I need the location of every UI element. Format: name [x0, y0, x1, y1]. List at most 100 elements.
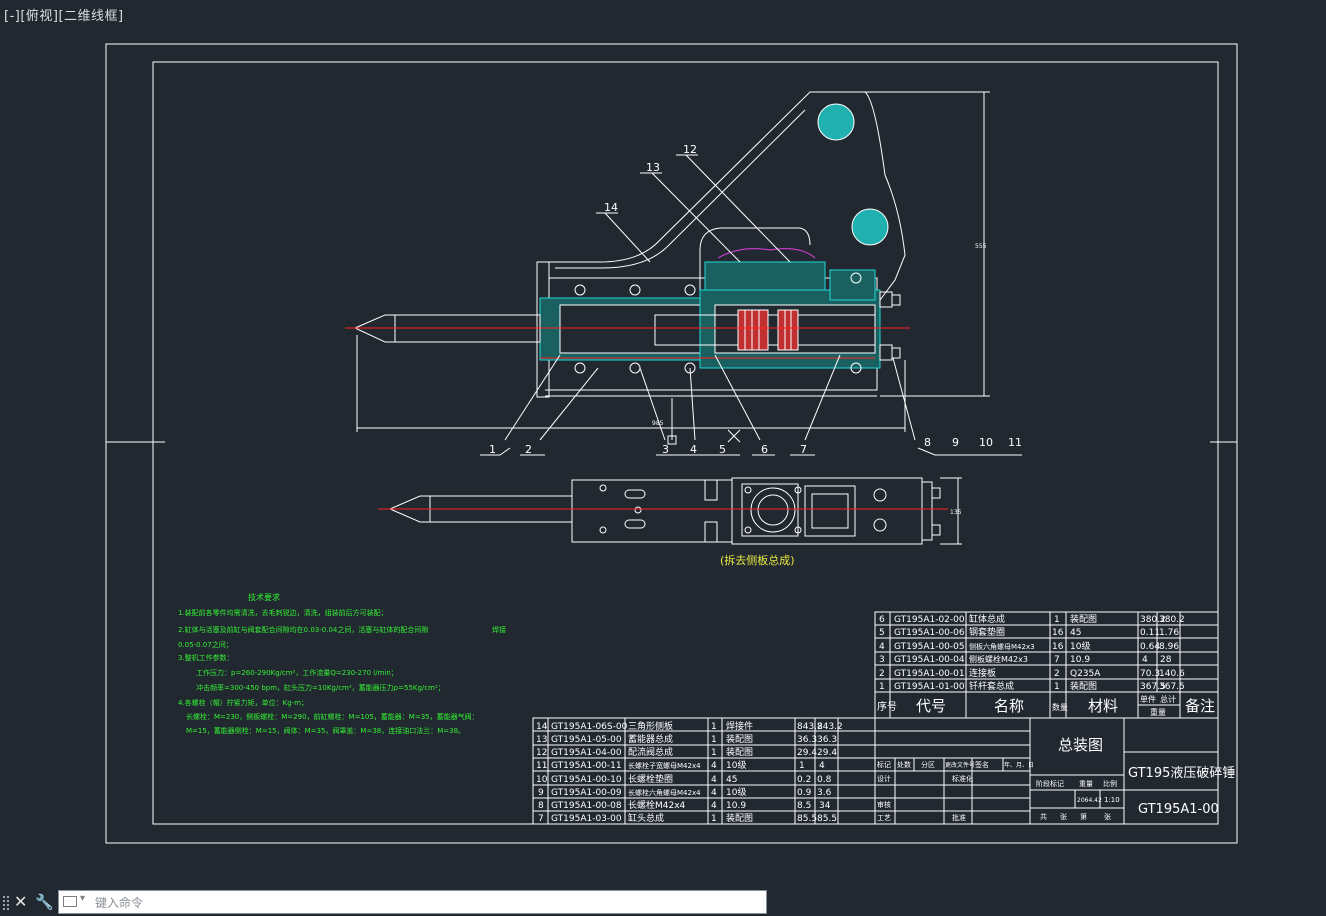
part-no: 12 — [536, 748, 547, 758]
part-qty: 1 — [711, 735, 717, 745]
part-code: GT195A1-00-01 — [894, 669, 965, 679]
part-name: 长螺栓六角螺母M42x4 — [628, 788, 701, 797]
part-total: 29.4 — [817, 748, 837, 758]
part-total: 367.5 — [1159, 682, 1185, 692]
header-name: 名称 — [994, 697, 1024, 715]
part-code: GT195A1-06S-00 — [551, 722, 628, 732]
header-no: 序号 — [877, 700, 897, 713]
part-code: GT195A1-00-11 — [551, 761, 622, 771]
balloon-7: 7 — [800, 443, 807, 456]
part-no: 2 — [879, 669, 885, 679]
wrench-icon[interactable]: 🔧 — [35, 892, 54, 912]
balloon-2: 2 — [525, 443, 532, 456]
part-name: 长螺栓M42x4 — [628, 799, 686, 811]
drawing-canvas[interactable]: 985 555 12 13 14 1 2 8 4 5 6 7 3 9 10 11… — [0, 0, 1326, 889]
label-mark: 标记 — [877, 760, 891, 769]
part-no: 9 — [538, 788, 544, 798]
part-total: 1.76 — [1159, 628, 1179, 638]
part-unit: 70.3 — [1140, 669, 1160, 679]
part-no: 6 — [879, 615, 885, 625]
tech-suffix: 焊接 — [492, 625, 506, 634]
command-prompt-icon[interactable] — [63, 896, 77, 907]
header-qty: 数量 — [1052, 702, 1068, 712]
tech-title: 技术要求 — [248, 592, 280, 602]
balloon-12: 12 — [683, 143, 697, 156]
label-count: 处数 — [897, 760, 911, 769]
sheet-unit: 张 — [1104, 812, 1111, 821]
balloon-3: 3 — [662, 443, 669, 456]
balloon-11: 11 — [1008, 436, 1022, 449]
part-material: Q235A — [1070, 669, 1101, 679]
label-design: 设计 — [877, 774, 891, 783]
balloon-9: 9 — [952, 436, 959, 449]
part-name: 缸体总成 — [969, 613, 1005, 625]
label-date: 年、月、日 — [1004, 761, 1034, 769]
part-name: 钎杆套总成 — [969, 680, 1014, 692]
tech-line-6: 冲击频率=300-450 bpm，缸头压力=10Kg/cm²，蓄能器压力p=55… — [196, 683, 445, 692]
command-input[interactable] — [93, 893, 757, 913]
part-no: 8 — [538, 801, 544, 811]
part-code: GT195A1-03-00 — [551, 814, 622, 824]
part-code: GT195A1-00-04 — [894, 655, 965, 665]
dim-side-height: 135 — [950, 509, 962, 516]
part-material: 装配图 — [726, 812, 753, 824]
part-no: 3 — [879, 655, 885, 665]
header-code: 代号 — [916, 697, 946, 715]
part-unit: 1 — [799, 761, 805, 771]
part-no: 5 — [879, 628, 885, 638]
balloon-13: 13 — [646, 161, 660, 174]
balloon-4: 4 — [690, 443, 697, 456]
sheets-unit: 张 — [1060, 812, 1067, 821]
pin-hole-upper — [817, 103, 855, 141]
part-material: 装配图 — [726, 746, 753, 758]
part-total: 85.5 — [817, 814, 837, 824]
tech-line-3: 0.05-0.07之间； — [178, 640, 233, 649]
label-scale: 比例 — [1103, 779, 1117, 788]
part-name: 长螺栓垫圈 — [628, 773, 673, 785]
tech-line-4: 3.整机工作参数： — [178, 653, 234, 662]
side-view — [378, 477, 962, 545]
part-code: GT195A1-02-00 — [894, 615, 965, 625]
part-material: 10级 — [1070, 640, 1090, 652]
part-qty: 1 — [711, 722, 717, 732]
part-unit: 0.2 — [797, 775, 811, 785]
balloon-14: 14 — [604, 201, 618, 214]
part-material: 焊接件 — [726, 720, 753, 732]
tech-line-8: 长螺栓：M=230，侧板螺栓：M=290，前缸螺栓：M=105，蓄能器：M=35… — [186, 712, 479, 721]
close-icon[interactable]: ✕ — [14, 892, 27, 912]
part-name: 钢套垫圈 — [969, 626, 1005, 638]
command-bar-grip[interactable] — [3, 896, 9, 910]
part-name: 配流阀总成 — [628, 746, 673, 758]
dim-height: 555 — [975, 243, 987, 250]
part-unit: 0.64 — [1140, 642, 1160, 652]
balloon-10: 10 — [979, 436, 993, 449]
part-material: 45 — [1070, 628, 1081, 638]
label-weight: 重量 — [1079, 780, 1093, 788]
part-code: GT195A1-05-00 — [551, 735, 622, 745]
part-name: 连接板 — [969, 667, 996, 679]
label-stage: 阶段标记 — [1036, 779, 1064, 788]
part-no: 14 — [536, 722, 548, 732]
chevron-down-icon[interactable]: ▾ — [80, 893, 85, 904]
part-material: 10.9 — [726, 801, 746, 811]
title-scale: 1:10 — [1104, 796, 1120, 804]
part-no: 11 — [536, 761, 547, 771]
drawing-name: 总装图 — [1058, 736, 1103, 754]
part-name: 蓄能器总成 — [628, 733, 673, 745]
command-line-box[interactable]: ▾ — [58, 890, 767, 914]
part-unit: 4 — [1142, 655, 1148, 665]
part-qty: 7 — [1054, 655, 1060, 665]
header-material: 材料 — [1088, 697, 1118, 715]
drawing-number: GT195A1-00 — [1138, 802, 1219, 817]
part-material: 装配图 — [1070, 613, 1097, 625]
part-total: 843.2 — [817, 722, 843, 732]
part-name: 缸头总成 — [628, 812, 664, 824]
part-name: 长螺栓子宽螺母M42x4 — [628, 761, 701, 770]
part-total: 380.2 — [1159, 615, 1185, 625]
part-no: 10 — [536, 775, 548, 785]
tech-line-7: 4.各螺栓（帽）拧紧力矩，单位：Kg-m； — [178, 698, 308, 707]
part-qty: 1 — [1054, 615, 1060, 625]
part-material: 10级 — [726, 759, 746, 771]
part-total: 28 — [1160, 655, 1172, 665]
part-no: 7 — [538, 814, 544, 824]
